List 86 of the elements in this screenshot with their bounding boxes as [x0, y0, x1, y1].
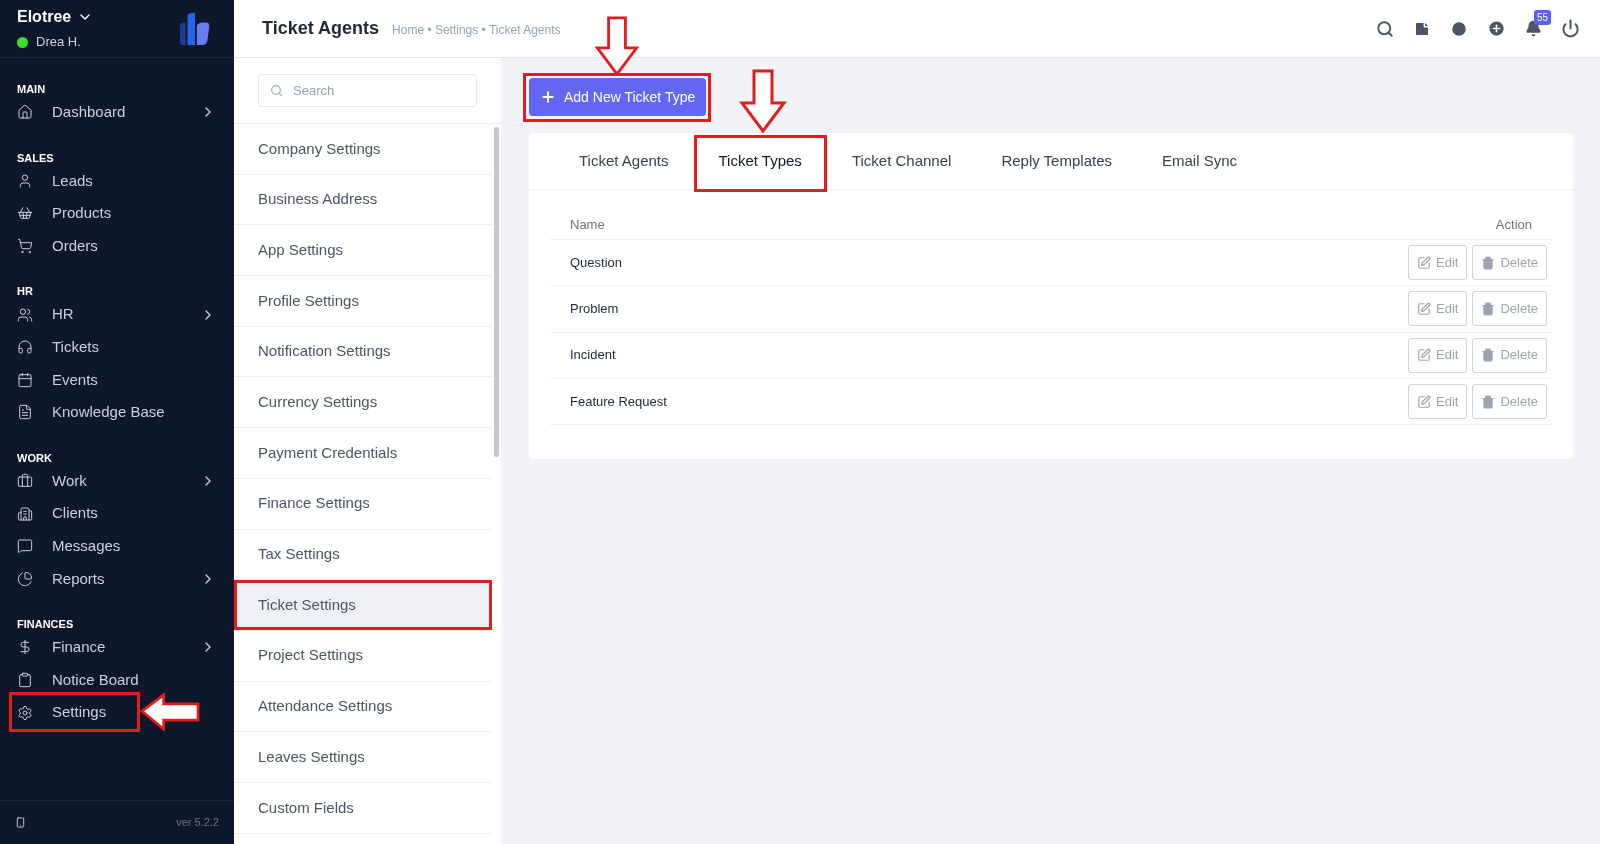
- trash-icon: [1481, 394, 1496, 409]
- search-icon[interactable]: [1376, 19, 1394, 38]
- user-name: Drea H.: [36, 33, 81, 52]
- settings-menu-item[interactable]: Ticket Settings: [234, 580, 492, 631]
- cart-icon: [17, 238, 33, 255]
- nav-item[interactable]: HR: [0, 298, 234, 331]
- nav-item[interactable]: Reports: [0, 562, 234, 596]
- settings-menu-item[interactable]: Business Address: [234, 174, 492, 226]
- scrollbar-thumb[interactable]: [494, 127, 499, 457]
- pie-chart-icon: [17, 570, 33, 587]
- table-cell-text: Question: [570, 253, 623, 272]
- nav-item[interactable]: Events: [0, 363, 234, 397]
- tab[interactable]: Ticket Agents: [554, 133, 694, 189]
- settings-menu-item[interactable]: App Settings: [234, 225, 492, 277]
- settings-menu-item[interactable]: Profile Settings: [234, 276, 492, 327]
- basket-icon: [17, 205, 33, 222]
- edit-icon: [1417, 394, 1431, 409]
- tab[interactable]: Ticket Channel: [826, 133, 977, 189]
- user-icon: [17, 172, 33, 189]
- add-ticket-type-button[interactable]: Add New Ticket Type: [529, 78, 707, 116]
- section-title: FINANCES: [16, 617, 75, 632]
- nav-item[interactable]: Knowledge Base: [0, 396, 234, 429]
- edit-icon: [1417, 301, 1431, 316]
- home-icon: [17, 104, 33, 121]
- table-cell-text: Incident: [570, 346, 616, 365]
- edit-icon: [1417, 255, 1431, 270]
- bell-icon[interactable]: [1525, 20, 1542, 37]
- breadcrumb: Home • Settings • Ticket Agents: [392, 22, 561, 39]
- section-title: MAIN: [16, 82, 47, 96]
- nav-item[interactable]: Dashboard: [0, 96, 234, 129]
- nav-item[interactable]: Settings: [0, 696, 234, 729]
- edit-icon: [1417, 348, 1431, 363]
- nav-item[interactable]: Tickets: [0, 330, 234, 364]
- settings-menu-item[interactable]: Notification Settings: [234, 326, 492, 378]
- column-header: Action: [1495, 215, 1532, 234]
- plus-icon: [540, 89, 556, 105]
- logo-icon: [178, 12, 212, 45]
- settings-menu-item[interactable]: Tax Settings: [234, 529, 492, 581]
- section-title: WORK: [16, 450, 53, 465]
- nav-item[interactable]: Clients: [0, 497, 234, 530]
- trash-icon: [1481, 301, 1496, 316]
- annotation-arrow: [738, 69, 787, 133]
- clipboard-icon: [17, 672, 33, 688]
- section-title: SALES: [16, 150, 55, 165]
- headset-icon: [17, 339, 33, 356]
- trash-icon: [1481, 348, 1496, 363]
- settings-menu-item[interactable]: Payment Credentials: [234, 428, 492, 479]
- document-icon: [17, 404, 33, 421]
- workspace-name: Elotree: [17, 7, 72, 28]
- trash-icon: [1481, 255, 1496, 270]
- section-title: HR: [16, 284, 34, 299]
- nav-item[interactable]: Finance: [0, 631, 234, 664]
- settings-menu-item[interactable]: Leaves Settings: [234, 732, 492, 783]
- nav-item[interactable]: Orders: [0, 229, 234, 263]
- phone-icon[interactable]: [15, 817, 26, 828]
- message-icon: [17, 538, 33, 555]
- search-field[interactable]: Search: [258, 74, 477, 107]
- nav-item[interactable]: Messages: [0, 529, 234, 563]
- tab[interactable]: Email Sync: [1137, 133, 1263, 189]
- nav-item[interactable]: Work: [0, 464, 234, 498]
- version-label: ver 5.2.2: [176, 815, 219, 831]
- settings-menu-item[interactable]: Custom Fields: [234, 782, 492, 834]
- building-icon: [17, 505, 33, 522]
- calendar-icon: [17, 371, 33, 388]
- column-header: Name: [570, 215, 605, 234]
- settings-menu-item[interactable]: Currency Settings: [234, 377, 492, 429]
- settings-menu-item[interactable]: Company Settings: [234, 124, 492, 175]
- users-icon: [17, 306, 33, 323]
- search-icon: [270, 84, 283, 97]
- dollar-icon: [17, 639, 33, 656]
- nav-item[interactable]: Products: [0, 197, 234, 230]
- add-icon[interactable]: [1487, 19, 1506, 38]
- settings-menu-item[interactable]: Finance Settings: [234, 478, 492, 530]
- power-icon[interactable]: [1561, 19, 1580, 38]
- table-cell-text: Problem: [570, 300, 619, 319]
- annotation-arrow: [140, 693, 200, 732]
- tab[interactable]: Reply Templates: [976, 133, 1137, 189]
- nav-item[interactable]: Leads: [0, 164, 234, 198]
- settings-menu-item[interactable]: Attendance Settings: [234, 681, 492, 733]
- nav-item[interactable]: Notice Board: [0, 663, 234, 697]
- notification-badge: 55: [1534, 10, 1552, 25]
- page-title: Ticket Agents: [262, 17, 380, 40]
- table-cell-text: Feature Request: [570, 392, 667, 411]
- settings-menu-item[interactable]: Project Settings: [234, 630, 492, 682]
- settings-icon: [17, 704, 33, 721]
- briefcase-icon: [17, 473, 33, 490]
